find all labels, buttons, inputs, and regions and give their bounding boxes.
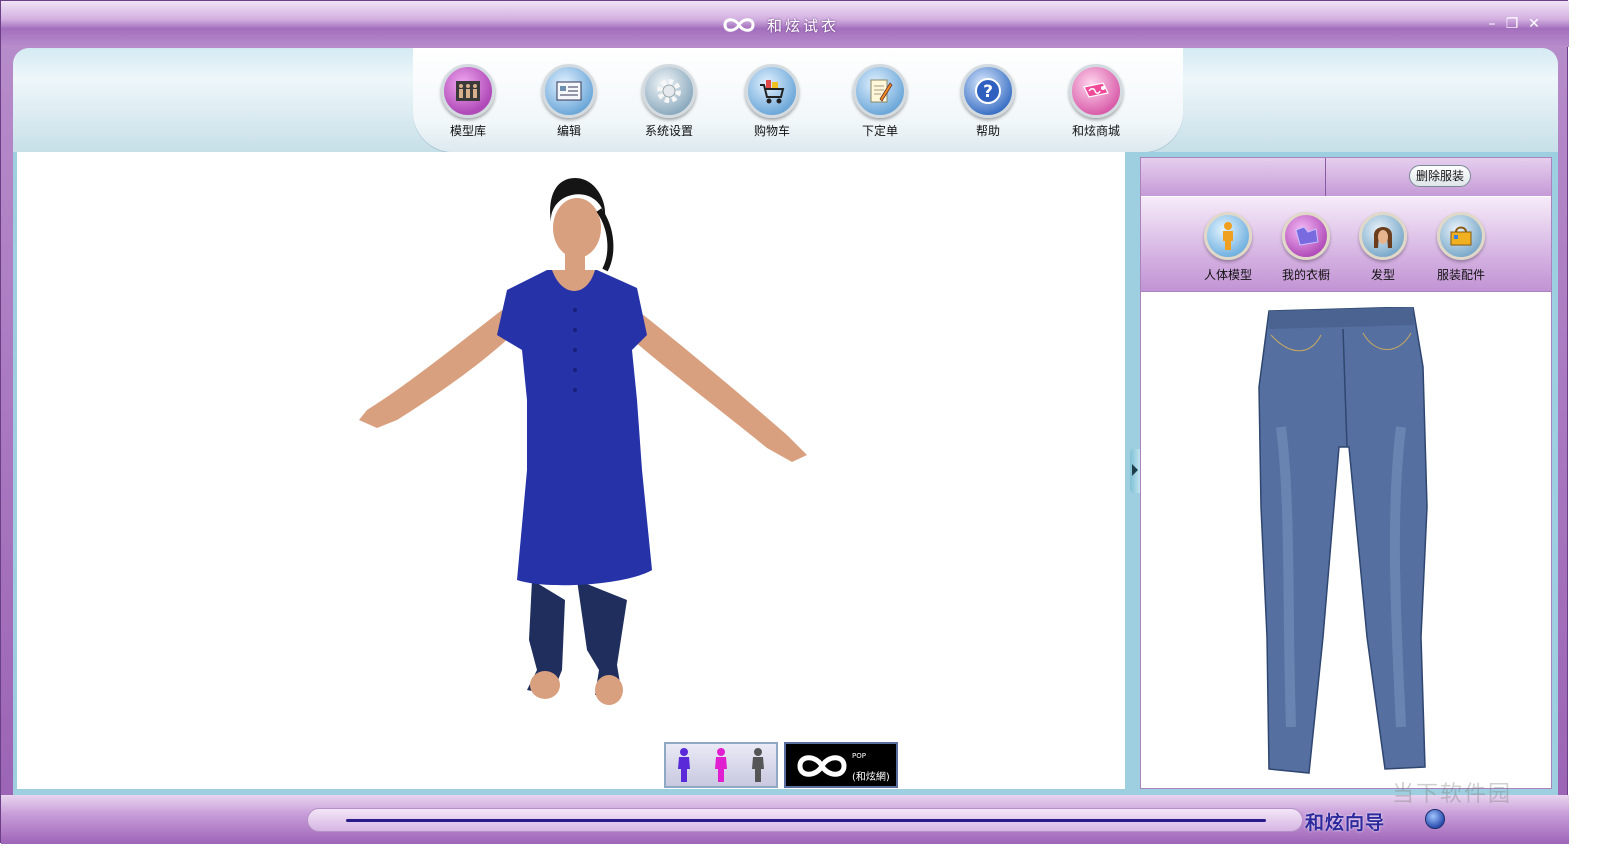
tab-wardrobe[interactable]: 我的衣橱 <box>1271 212 1341 283</box>
toolbar-label: 帮助 <box>975 124 1000 138</box>
toolbar-label: 系统设置 <box>644 124 693 138</box>
hairstyle-icon <box>1359 212 1407 260</box>
tab-label: 我的衣橱 <box>1281 268 1330 282</box>
tab-human-model[interactable]: 人体模型 <box>1193 212 1263 283</box>
delete-clothing-button[interactable]: 删除服装 <box>1409 165 1471 187</box>
right-panel: 删除服装 人体模型 我的衣橱 发型 服装配件 <box>1140 157 1552 789</box>
toolbar-settings-button[interactable]: 系统设置 <box>629 64 709 144</box>
help-icon: ? <box>961 64 1015 118</box>
wizard-label[interactable]: 和炫向导 <box>1305 808 1385 835</box>
title-bar[interactable]: 和炫试衣 – ❐ ✕ <box>1 1 1569 47</box>
edit-icon <box>542 64 596 118</box>
model-selector-thumbnail[interactable] <box>664 742 778 788</box>
toolbar-label: 购物车 <box>753 124 790 138</box>
toolbar-cart-button[interactable]: 购物车 <box>732 64 812 144</box>
brand-logo-thumbnail[interactable]: POP (和炫網) <box>784 742 898 788</box>
model-library-icon <box>441 64 495 118</box>
toolbar-edit-button[interactable]: 编辑 <box>529 64 609 144</box>
order-pencil-icon <box>853 64 907 118</box>
infinity-logo-icon <box>797 755 847 777</box>
logo-text: (和炫網) <box>852 772 890 783</box>
purple-figure-icon[interactable] <box>675 747 693 783</box>
minimize-button[interactable]: – <box>1483 15 1501 33</box>
panel-divider <box>1325 158 1326 196</box>
svg-text:?: ? <box>983 82 993 102</box>
progress-track <box>307 808 1303 832</box>
title-group: 和炫试衣 <box>719 13 839 37</box>
logo-superscript: POP <box>852 752 866 760</box>
human-model-icon <box>1204 212 1252 260</box>
arrow-right-icon <box>1132 464 1138 476</box>
tab-hairstyle[interactable]: 发型 <box>1348 212 1418 283</box>
globe-icon[interactable] <box>1425 809 1445 829</box>
jeans-icon[interactable] <box>1251 307 1441 777</box>
toolbar-label: 编辑 <box>556 124 581 138</box>
main-area: POP (和炫網) 删除服装 人体模型 我的衣橱 发型 服装配件 <box>13 152 1558 795</box>
restore-button[interactable]: ❐ <box>1503 15 1521 33</box>
main-toolbar: 模型库 编辑 系统设置 购物车 下定单 ? 帮助 和炫商城 <box>13 48 1558 152</box>
toolbar-label: 下定单 <box>861 124 898 138</box>
tab-label: 人体模型 <box>1203 268 1252 282</box>
avatar-3d-model[interactable] <box>337 170 837 715</box>
tab-label: 服装配件 <box>1436 268 1485 282</box>
store-tag-icon <box>1069 64 1123 118</box>
gray-figure-icon[interactable] <box>749 747 767 783</box>
app-window: 和炫试衣 – ❐ ✕ 模型库 编辑 系统设置 购物车 下定单 ? 帮助 和炫商城… <box>0 0 1569 844</box>
progress-line <box>346 819 1266 822</box>
fitting-viewport[interactable]: POP (和炫網) <box>17 152 1125 789</box>
shopping-cart-icon <box>745 64 799 118</box>
tab-accessories[interactable]: 服装配件 <box>1426 212 1496 283</box>
bottom-thumbnails: POP (和炫網) <box>664 742 898 788</box>
toolbar-label: 和炫商城 <box>1071 124 1120 138</box>
watermark-text: 当下软件园 <box>1392 782 1513 807</box>
pink-figure-icon[interactable] <box>712 747 730 783</box>
accessories-icon <box>1437 212 1485 260</box>
toolbar-help-button[interactable]: ? 帮助 <box>948 64 1028 144</box>
toolbar-store-button[interactable]: 和炫商城 <box>1056 64 1136 144</box>
clothing-preview-area <box>1141 293 1551 789</box>
gear-icon <box>642 64 696 118</box>
window-title: 和炫试衣 <box>767 16 840 35</box>
toolbar-model-library-button[interactable]: 模型库 <box>428 64 508 144</box>
panel-tabs: 人体模型 我的衣橱 发型 服装配件 <box>1141 197 1551 292</box>
panel-collapse-handle[interactable] <box>1130 449 1140 493</box>
toolbar-order-button[interactable]: 下定单 <box>840 64 920 144</box>
toolbar-label: 模型库 <box>449 124 486 138</box>
status-bar: 和炫向导 <box>1 795 1569 844</box>
close-button[interactable]: ✕ <box>1525 15 1543 33</box>
wardrobe-icon <box>1282 212 1330 260</box>
infinity-logo-icon <box>723 18 755 32</box>
panel-header: 删除服装 <box>1141 158 1551 196</box>
tab-label: 发型 <box>1370 268 1395 282</box>
